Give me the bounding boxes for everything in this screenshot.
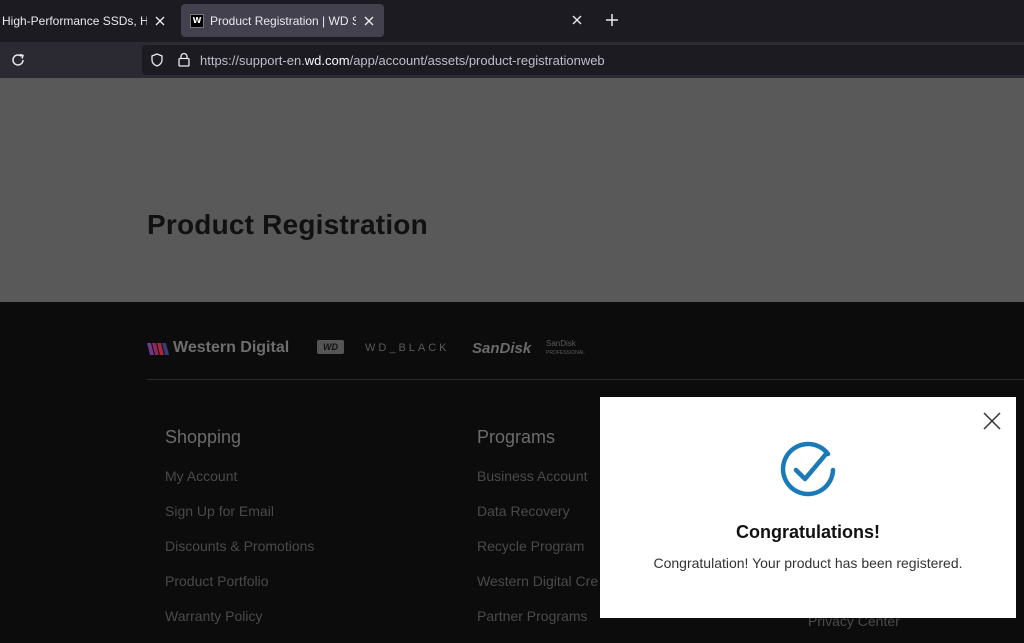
browser-toolbar: https://support-en.wd.com/app/account/as… (0, 42, 1024, 78)
address-bar[interactable]: https://support-en.wd.com/app/account/as… (142, 45, 1024, 75)
close-icon[interactable] (153, 14, 167, 28)
footer-link[interactable]: Discounts & Promotions (165, 538, 314, 554)
column-heading: Shopping (165, 427, 242, 447)
footer-link[interactable]: Business Account (477, 468, 598, 484)
close-icon[interactable] (362, 14, 376, 28)
footer-link[interactable]: Warranty Policy (165, 608, 314, 624)
dialog-title: Congratulations! (736, 522, 880, 542)
footer-link[interactable]: My Account (165, 468, 314, 484)
footer-column-programs: Programs Business Account Data Recovery … (477, 427, 598, 643)
tab-title: Product Registration | WD Support (210, 13, 356, 28)
footer-link[interactable]: Partner Programs (477, 608, 598, 624)
wd-favicon-icon: W (190, 13, 204, 28)
success-dialog: Congratulations! Congratulation! Your pr… (600, 397, 1016, 618)
dialog-message: Congratulation! Your product has been re… (653, 555, 963, 571)
reload-icon[interactable] (10, 52, 26, 68)
close-icon[interactable] (982, 411, 1002, 431)
wd-logo[interactable]: WD (317, 340, 344, 354)
footer-divider (147, 379, 1024, 380)
tab-title: High-Performance SSDs, HDDs & Flash Stor… (2, 13, 147, 28)
close-icon[interactable] (570, 13, 584, 27)
page-hero: Product Registration (0, 78, 1024, 302)
tab-wd-store[interactable]: High-Performance SSDs, HDDs & Flash Stor… (0, 4, 175, 37)
footer-link[interactable]: Western Digital Cre (477, 573, 598, 589)
footer-link[interactable]: Sign Up for Email (165, 503, 314, 519)
tab-product-registration[interactable]: W Product Registration | WD Support (181, 4, 384, 37)
column-heading: Programs (477, 427, 556, 447)
shield-icon[interactable] (150, 53, 164, 67)
new-tab-plus-icon[interactable] (604, 12, 620, 28)
sandisk-logo[interactable]: SanDisk (472, 340, 531, 357)
url-text: https://support-en.wd.com/app/account/as… (200, 53, 605, 68)
lock-icon[interactable] (177, 52, 191, 67)
western-digital-logo-icon (147, 342, 169, 356)
brand-logos: Western Digital WD WD_BLACK SanDisk SanD… (147, 338, 1024, 364)
footer-column-shopping: Shopping My Account Sign Up for Email Di… (165, 427, 314, 643)
page-title: Product Registration (147, 209, 428, 240)
wd-black-logo[interactable]: WD_BLACK (365, 342, 450, 354)
check-circle-icon (778, 440, 838, 500)
footer-link[interactable]: Data Recovery (477, 503, 598, 519)
sandisk-professional-logo[interactable]: SanDisk PROFESSIONAL (546, 340, 585, 357)
footer-link[interactable]: Product Portfolio (165, 573, 314, 589)
browser-tab-bar: High-Performance SSDs, HDDs & Flash Stor… (0, 0, 1024, 42)
footer-link[interactable]: Recycle Program (477, 538, 598, 554)
western-digital-logo[interactable]: Western Digital (173, 339, 289, 357)
